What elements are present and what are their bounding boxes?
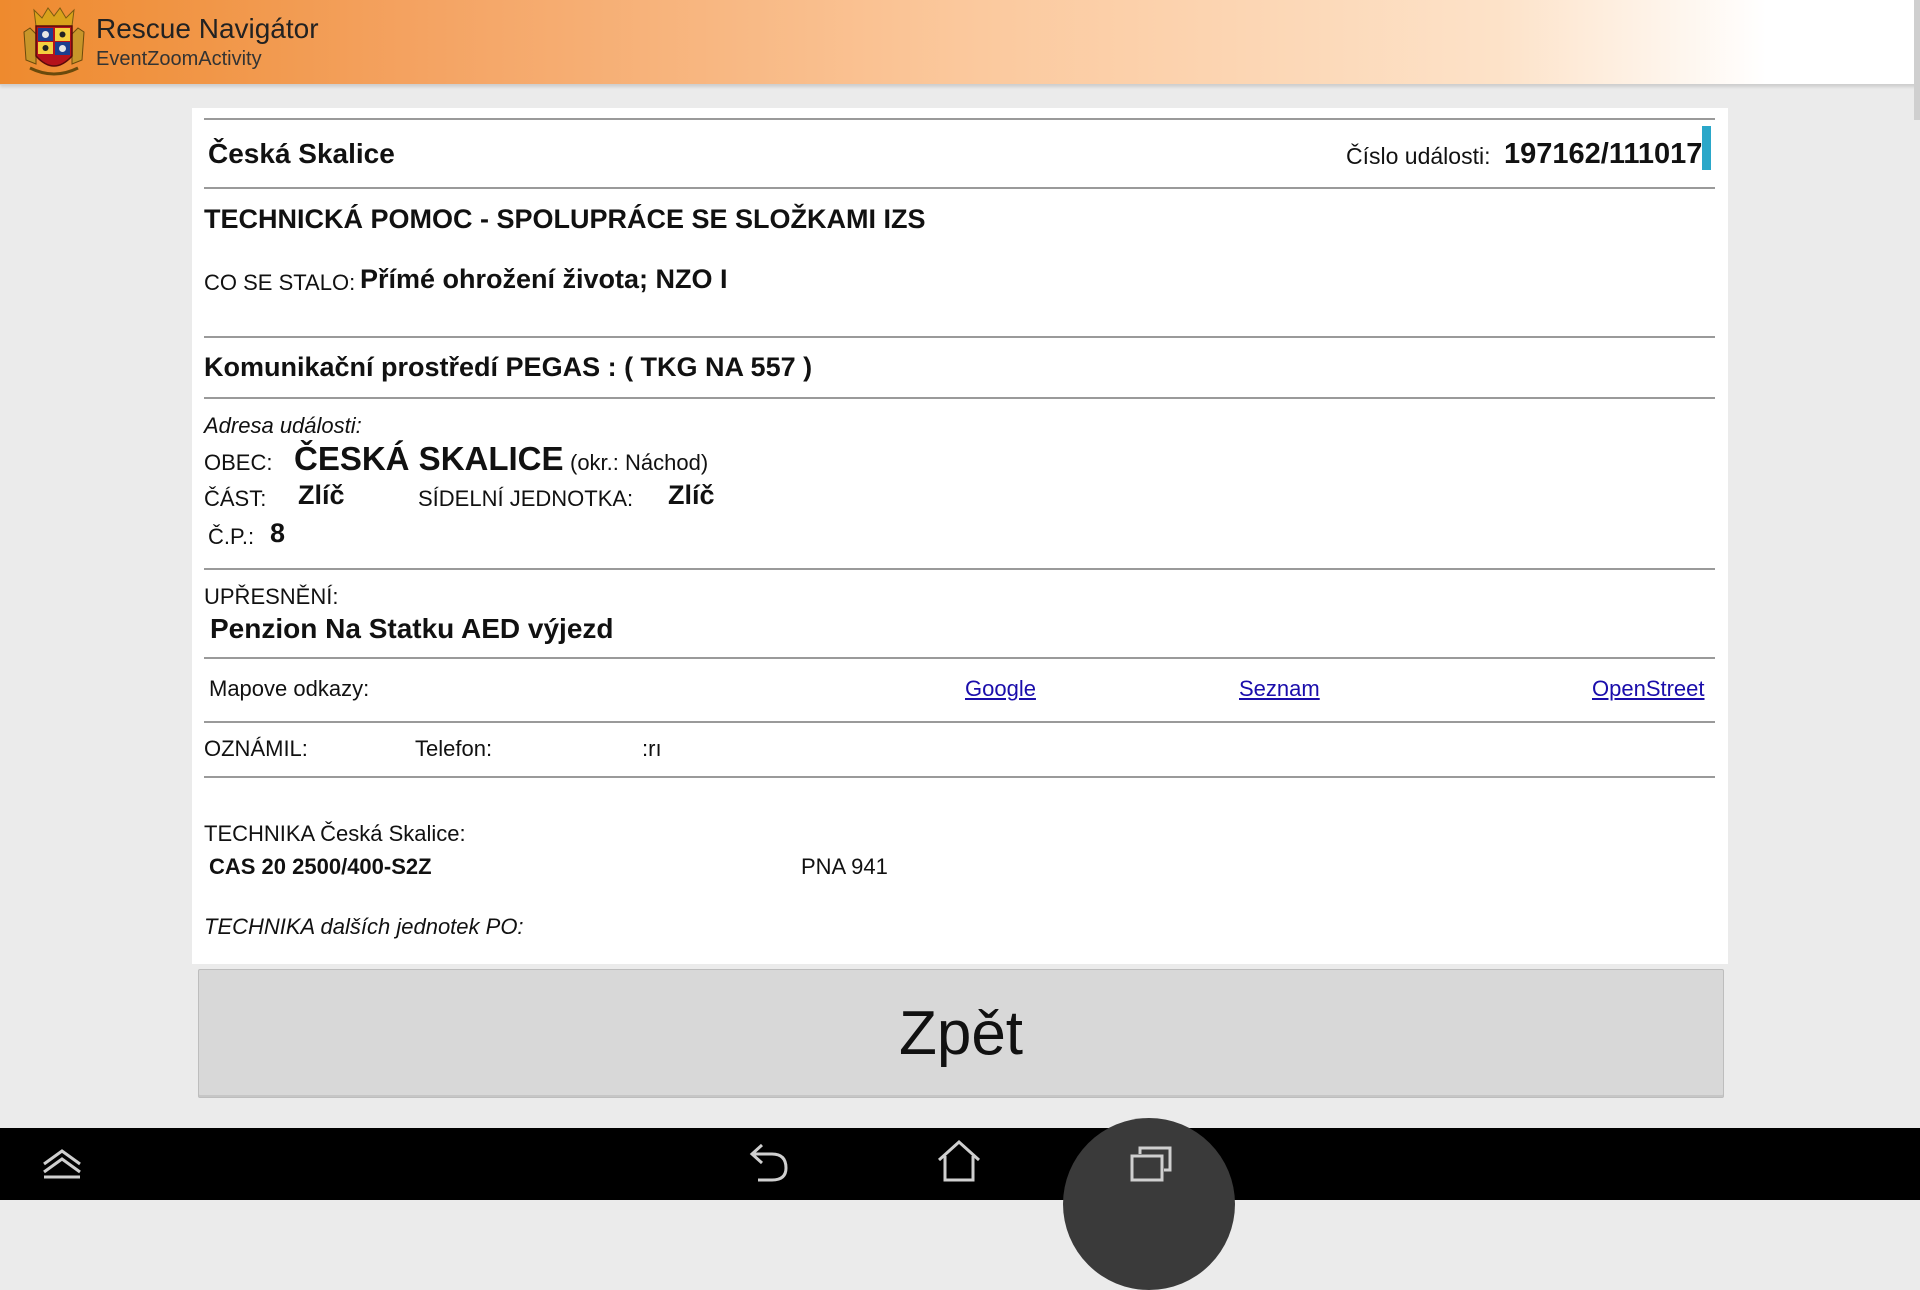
okres: (okr.: Náchod) (570, 450, 709, 475)
event-detail-card: Česká Skalice Číslo události: 197162/111… (192, 108, 1728, 964)
what-happened-value: Přímé ohrožení života; NZO I (360, 264, 728, 294)
obec-value: ČESKÁ SKALICE (294, 440, 564, 477)
divider (204, 118, 1715, 120)
event-type: TECHNICKÁ POMOC - SPOLUPRÁCE SE SLOŽKAMI… (204, 204, 926, 234)
map-link-google[interactable]: Google (965, 676, 1036, 702)
divider (204, 336, 1715, 338)
obec-label: OBEC: (204, 450, 273, 475)
vehicle-name: CAS 20 2500/400-S2Z (209, 854, 432, 879)
reporter-label: OZNÁMIL: (204, 736, 308, 761)
divider (204, 776, 1715, 778)
divider (204, 568, 1715, 570)
detail-label: UPŘESNĚNÍ: (204, 584, 339, 609)
back-icon[interactable] (744, 1140, 792, 1184)
map-links-label: Mapove odkazy: (209, 676, 370, 701)
text-cursor (1702, 126, 1711, 170)
detail-value: Penzion Na Statku AED výjezd (210, 613, 614, 644)
map-link-openstreet[interactable]: OpenStreet (1592, 676, 1705, 702)
back-button[interactable]: Zpět (198, 969, 1724, 1098)
technika-label: TECHNIKA Česká Skalice: (204, 821, 466, 846)
cp-value: 8 (270, 518, 286, 548)
other-technika-label: TECHNIKA dalších jednotek PO: (204, 914, 524, 939)
cp-label: Č.P.: (208, 524, 255, 549)
sidelni-jednotka-label: SÍDELNÍ JEDNOTKA: (418, 486, 634, 511)
recent-apps-icon[interactable] (1128, 1144, 1174, 1184)
app-title: Rescue Navigátor (96, 13, 319, 44)
sidelni-jednotka-value: Zlíč (668, 480, 715, 510)
what-happened-label: CO SE STALO: (204, 270, 356, 295)
divider (204, 721, 1715, 723)
collapse-icon[interactable] (40, 1146, 84, 1182)
divider (204, 397, 1715, 399)
map-link-seznam[interactable]: Seznam (1239, 676, 1320, 702)
divider (204, 187, 1715, 189)
event-number-label: Číslo události: (1346, 143, 1491, 169)
scrollbar[interactable] (1914, 0, 1920, 120)
event-number: 197162/111017 (1504, 138, 1703, 170)
coat-of-arms-logo-icon[interactable] (16, 4, 92, 80)
activity-name: EventZoomActivity (96, 48, 262, 70)
comm-environment: Komunikační prostředí PEGAS : ( TKG NA 5… (204, 352, 813, 382)
phone-value: :rı (642, 736, 662, 761)
home-icon[interactable] (936, 1138, 982, 1184)
address-heading: Adresa události: (204, 413, 362, 438)
cast-label: ČÁST: (204, 486, 267, 511)
app-bar: Rescue Navigátor EventZoomActivity (0, 0, 1920, 85)
vehicle-code: PNA 941 (801, 854, 888, 879)
back-button-label: Zpět (898, 999, 1024, 1068)
unit-name: Česká Skalice (208, 138, 395, 169)
cast-value: Zlíč (298, 480, 345, 510)
phone-label: Telefon: (415, 736, 493, 761)
divider (204, 657, 1715, 659)
